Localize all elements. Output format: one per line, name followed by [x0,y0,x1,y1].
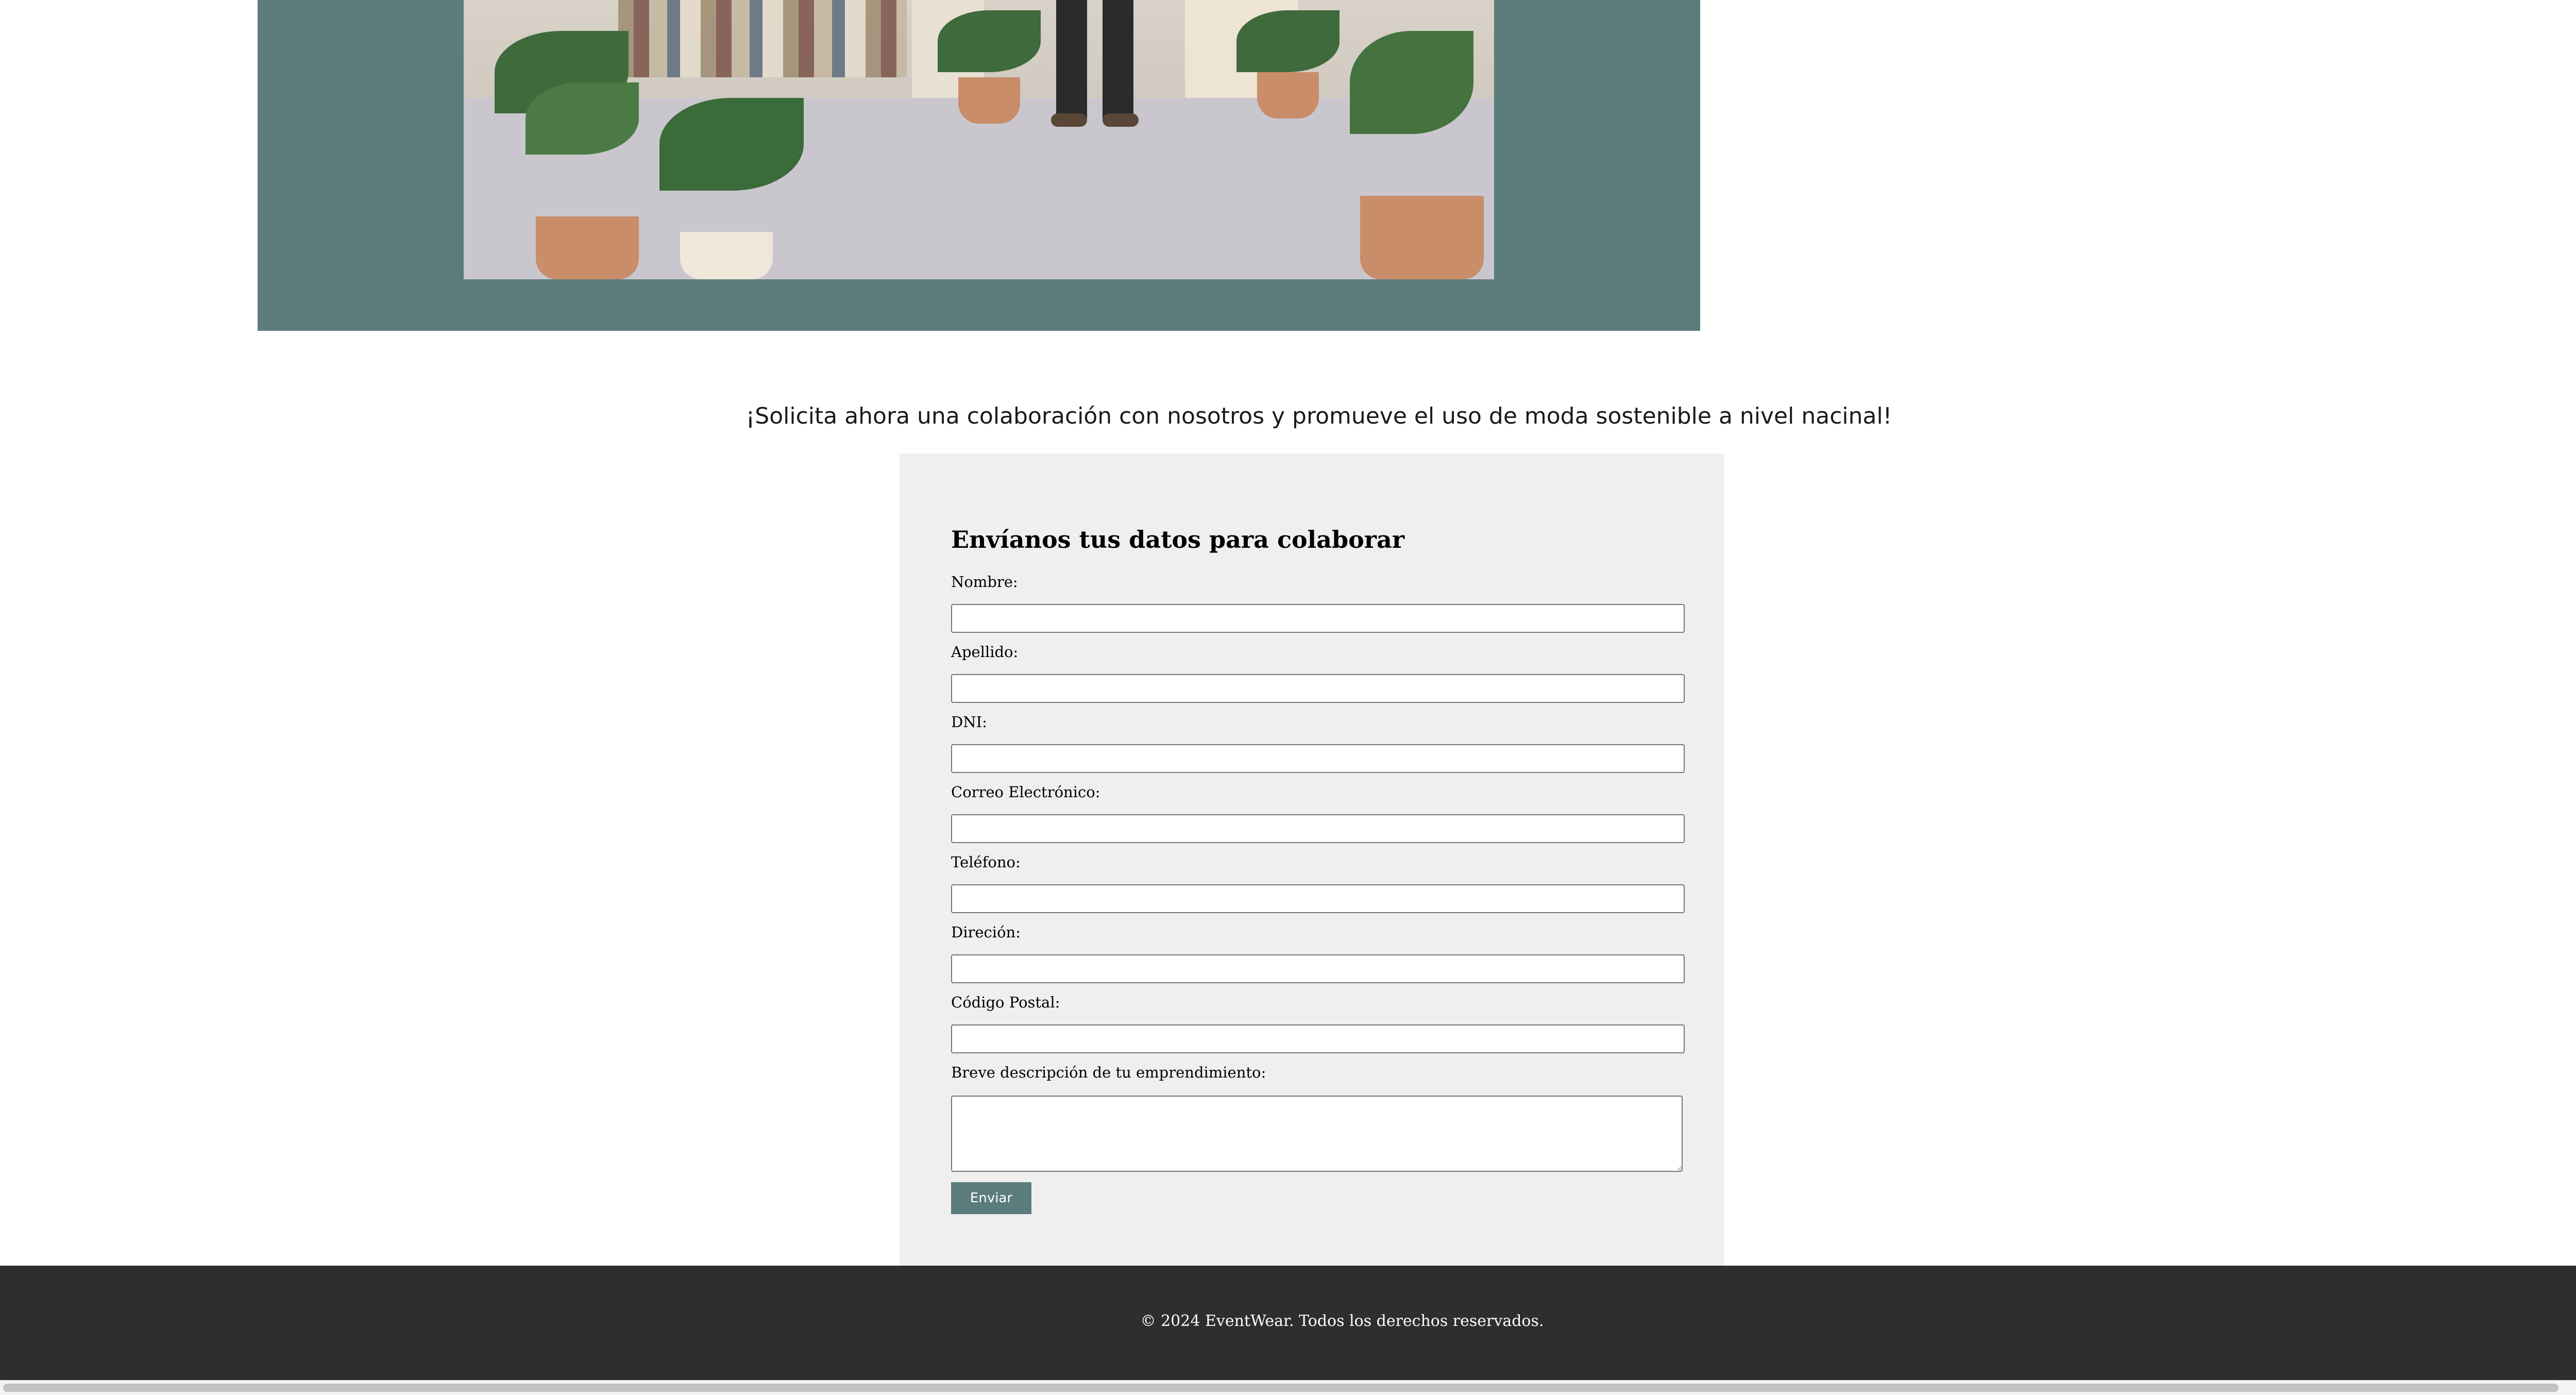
apellido-label: Apellido: [951,643,1019,661]
codigo-postal-input[interactable] [951,1024,1685,1053]
dni-input[interactable] [951,744,1685,773]
nombre-input[interactable] [951,604,1685,633]
plant-leaf-graphic [938,10,1041,72]
plant-leaf-graphic [1350,31,1473,134]
enviar-button[interactable]: Enviar [951,1182,1031,1214]
footer-copyright: © 2024 EventWear. Todos los derechos res… [1140,1312,1544,1330]
descripcion-textarea[interactable] [951,1096,1683,1172]
telefono-input[interactable] [951,884,1685,913]
person-leg-graphic [1103,0,1133,119]
shoe-graphic [1103,113,1139,127]
clothing-rack-graphic [618,0,907,77]
apellido-input[interactable] [951,674,1685,703]
direccion-label: Direción: [951,923,1021,941]
direccion-input[interactable] [951,954,1685,983]
nombre-label: Nombre: [951,573,1018,591]
descripcion-label: Breve descripción de tu emprendimiento: [951,1064,1266,1081]
email-input[interactable] [951,814,1685,843]
horizontal-scrollbar[interactable] [0,1380,2576,1395]
hero-band [258,0,1700,331]
shoe-graphic [1051,113,1087,127]
plant-pot-graphic [536,216,639,279]
plant-pot-graphic [958,77,1020,124]
hero-image [464,0,1494,279]
plant-pot-graphic [1360,196,1484,279]
horizontal-scrollbar-thumb[interactable] [3,1384,2558,1392]
form-title: Envíanos tus datos para colaborar [951,526,1405,553]
collaboration-intro-text: ¡Solicita ahora una colaboración con nos… [745,403,1892,429]
plant-pot-graphic [1257,72,1319,119]
person-leg-graphic [1056,0,1087,119]
dni-label: DNI: [951,713,987,731]
collaboration-form: Envíanos tus datos para colaborar Nombre… [900,453,1724,1266]
plant-leaf-graphic [526,82,639,155]
site-footer: © 2024 EventWear. Todos los derechos res… [0,1266,2576,1380]
email-label: Correo Electrónico: [951,783,1100,801]
plant-pot-graphic [680,232,773,279]
codigo-postal-label: Código Postal: [951,994,1060,1011]
plant-leaf-graphic [1236,10,1340,72]
plant-leaf-graphic [659,98,804,191]
telefono-label: Teléfono: [951,853,1021,871]
